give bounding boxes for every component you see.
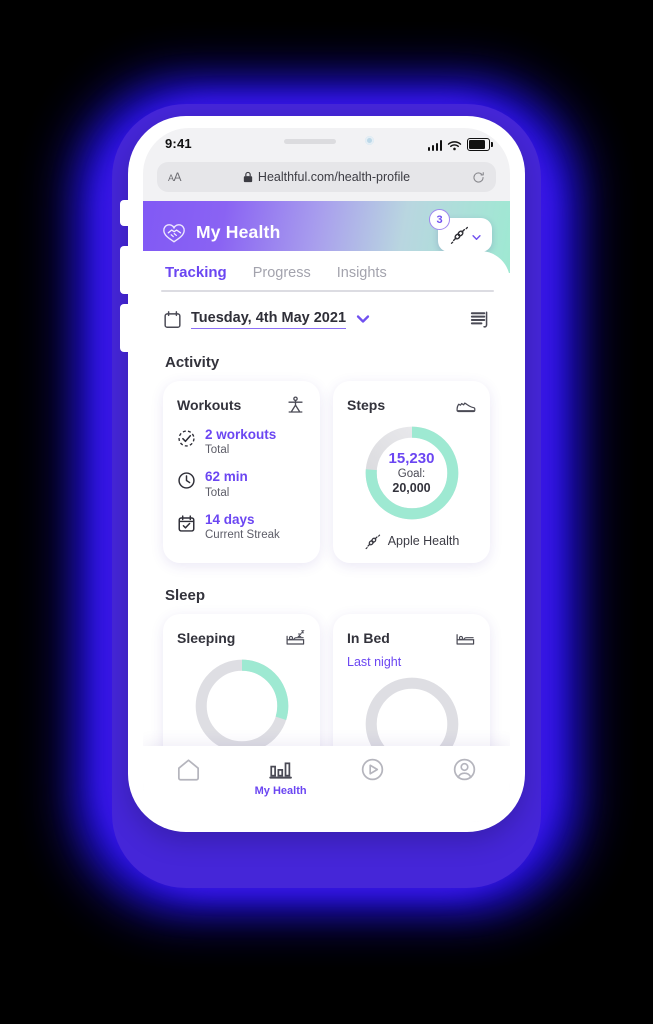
home-icon xyxy=(178,759,200,781)
url-display[interactable]: Healthful.com/health-profile xyxy=(187,170,466,184)
steps-ring-wrap: 15,230 Goal: 20,000 xyxy=(347,422,476,524)
date-selector[interactable]: Tuesday, 4th May 2021 xyxy=(143,292,510,330)
phone-screen: 9:41 AA Healthful.com/health-profile My … xyxy=(143,128,510,822)
handshake-heart-icon xyxy=(163,224,185,243)
battery-icon xyxy=(467,138,493,151)
front-camera xyxy=(364,136,374,145)
workout-figure-icon xyxy=(288,396,303,413)
status-icons xyxy=(427,138,493,151)
tab-progress[interactable]: Progress xyxy=(253,265,311,281)
volume-down-button[interactable] xyxy=(120,304,130,352)
workouts-title: Workouts xyxy=(177,397,242,414)
donut-svg-sleep xyxy=(195,659,288,752)
steps-source-label: Apple Health xyxy=(387,534,460,549)
steps-value: 15,230 xyxy=(388,449,435,467)
bar-chart-icon xyxy=(269,762,293,779)
clock-icon xyxy=(178,472,195,489)
tab-bar: Tracking Progress Insights xyxy=(143,254,510,290)
sleeping-title: Sleeping xyxy=(177,630,236,647)
chevron-down-icon[interactable] xyxy=(355,311,371,327)
stat-value: 2 workouts xyxy=(205,426,277,442)
tab-insights[interactable]: Insights xyxy=(337,265,387,281)
section-title-sleep: Sleep xyxy=(165,586,206,604)
notch xyxy=(249,128,404,154)
bed-zzz-icon xyxy=(286,629,305,645)
nav-item-play[interactable] xyxy=(327,756,419,783)
calendar-icon xyxy=(164,310,181,328)
nav-item-profile[interactable] xyxy=(418,756,510,783)
steps-card-header: Steps xyxy=(347,395,476,416)
status-time: 9:41 xyxy=(165,136,192,151)
activity-cards: Workouts 2 workouts Total 62 min Total 1… xyxy=(143,380,510,563)
selected-date[interactable]: Tuesday, 4th May 2021 xyxy=(191,310,347,329)
nav-label-my-health: My Health xyxy=(254,785,307,797)
steps-center-labels: 15,230 Goal: 20,000 xyxy=(361,422,463,524)
sleeping-card-header: Sleeping xyxy=(177,628,306,649)
reload-icon[interactable] xyxy=(472,171,485,184)
stat-value: 14 days xyxy=(205,511,255,527)
address-bar[interactable]: AA Healthful.com/health-profile xyxy=(157,162,496,192)
steps-title: Steps xyxy=(347,397,386,414)
page-title: My Health xyxy=(196,221,281,242)
stat-label: Total xyxy=(205,486,230,499)
sneaker-icon xyxy=(456,402,476,412)
stat-label: Current Streak xyxy=(205,529,280,542)
calendar-check-icon xyxy=(178,514,195,532)
play-circle-icon xyxy=(361,758,384,781)
report-list-icon[interactable] xyxy=(469,309,490,330)
in-bed-title: In Bed xyxy=(347,630,390,647)
workouts-card[interactable]: Workouts 2 workouts Total 62 min Total 1… xyxy=(163,380,320,563)
chevron-down-icon xyxy=(471,235,481,240)
in-bed-card-header: In Bed xyxy=(347,628,476,649)
in-bed-subtitle: Last night xyxy=(347,654,402,669)
stat-value: 62 min xyxy=(205,469,248,485)
steps-donut-chart: 15,230 Goal: 20,000 xyxy=(361,422,463,524)
stat-label: Total xyxy=(205,444,230,457)
connections-button[interactable]: 3 xyxy=(429,209,492,252)
plug-connect-icon xyxy=(365,534,380,549)
browser-chrome: AA Healthful.com/health-profile xyxy=(143,162,510,201)
nav-item-my-health[interactable]: My Health xyxy=(235,756,327,797)
sleeping-ring-wrap xyxy=(177,655,306,757)
plug-connect-icon xyxy=(450,226,468,244)
volume-up-button[interactable] xyxy=(120,246,130,294)
stat-workouts-total: 2 workouts Total xyxy=(177,427,306,458)
bed-icon xyxy=(456,633,475,645)
url-text: Healthful.com/health-profile xyxy=(257,170,411,184)
stat-streak: 14 days Current Streak xyxy=(177,512,306,543)
wifi-icon xyxy=(447,141,462,151)
steps-source[interactable]: Apple Health xyxy=(347,533,476,550)
connections-badge: 3 xyxy=(429,209,450,230)
earpiece-speaker xyxy=(283,139,336,144)
stat-minutes-total: 62 min Total xyxy=(177,469,306,500)
profile-circle-icon xyxy=(453,758,475,781)
steps-goal-label: Goal: xyxy=(397,467,426,480)
section-title-activity: Activity xyxy=(165,353,220,371)
screenshot-stage: 9:41 AA Healthful.com/health-profile My … xyxy=(0,0,653,1024)
bottom-navigation: My Health xyxy=(143,746,510,822)
sleeping-donut-chart xyxy=(191,655,293,757)
check-circle-dashed-icon xyxy=(178,429,195,447)
workouts-card-header: Workouts xyxy=(177,395,306,416)
lock-icon xyxy=(243,171,253,183)
tab-tracking[interactable]: Tracking xyxy=(165,264,227,281)
text-size-button[interactable]: AA xyxy=(168,170,182,184)
signal-bars-icon xyxy=(427,140,442,151)
nav-item-home[interactable] xyxy=(143,756,235,783)
content-sheet: Tracking Progress Insights Tuesday, 4th … xyxy=(143,251,510,822)
steps-card[interactable]: Steps 15,230 Goal: 20,000 Apple Health xyxy=(333,380,490,563)
steps-goal-value: 20,000 xyxy=(392,481,431,496)
silent-switch[interactable] xyxy=(120,200,130,226)
